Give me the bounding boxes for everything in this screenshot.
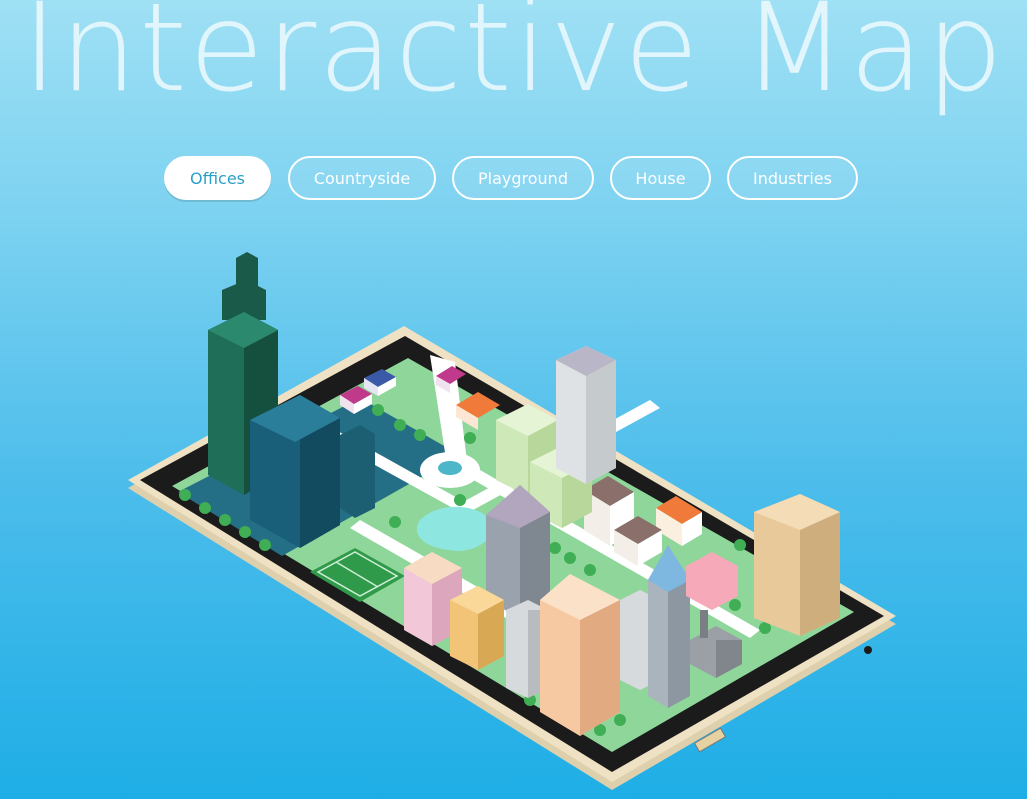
isometric-city-map[interactable] xyxy=(0,0,1027,799)
office-tower xyxy=(556,346,616,484)
office-tower xyxy=(540,574,620,736)
